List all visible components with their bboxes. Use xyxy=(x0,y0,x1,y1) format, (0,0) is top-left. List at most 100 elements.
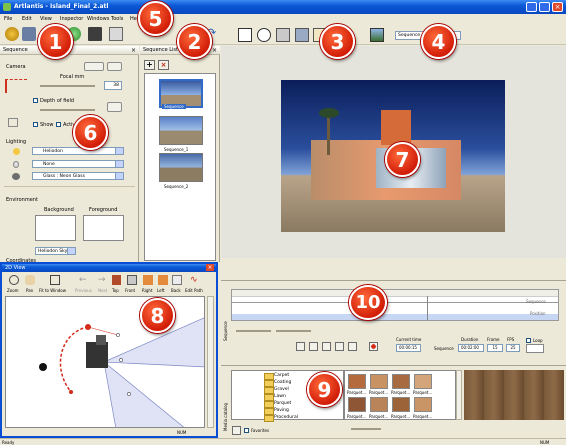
clock-icon[interactable] xyxy=(257,28,271,42)
maximize-icon[interactable] xyxy=(539,2,550,12)
tool-front[interactable]: Front xyxy=(125,288,135,293)
camera-color-button[interactable] xyxy=(84,62,104,71)
lighting-select-heliodon[interactable]: Heliodon xyxy=(32,147,124,155)
go-start-button[interactable] xyxy=(296,342,305,351)
camera-view-icon[interactable] xyxy=(88,27,102,41)
material-swatch-1[interactable] xyxy=(348,374,366,389)
menu-view[interactable]: View xyxy=(40,16,52,22)
tool-top[interactable]: Top xyxy=(112,288,119,293)
timeline-zoom-slider[interactable] xyxy=(236,330,271,332)
material-swatch-3[interactable] xyxy=(392,374,410,389)
material-swatch-5[interactable] xyxy=(348,397,366,412)
inspector-close-icon[interactable]: × xyxy=(131,47,136,54)
objects-icon[interactable] xyxy=(295,28,309,42)
menu-file[interactable]: File xyxy=(4,16,12,22)
background-swatch[interactable] xyxy=(35,215,76,241)
folder-paving[interactable]: Paving xyxy=(262,407,289,415)
record-button[interactable] xyxy=(369,342,378,351)
rewind-button[interactable] xyxy=(309,342,318,351)
fps-field[interactable]: 25 xyxy=(506,344,520,352)
pan-icon[interactable] xyxy=(25,275,35,285)
folder-lawn[interactable]: Lawn xyxy=(262,393,286,401)
material-swatch-8[interactable] xyxy=(414,397,432,412)
lighting-select-glass[interactable]: Glass : Neon Glass xyxy=(32,172,124,180)
tool-back[interactable]: Back xyxy=(171,288,181,293)
close-icon[interactable]: × xyxy=(552,2,563,12)
tool-previous[interactable]: Previous xyxy=(75,288,92,293)
tool-left[interactable]: Left xyxy=(157,288,165,293)
go-end-button[interactable] xyxy=(348,342,357,351)
environment-select[interactable]: Heliodon Sky xyxy=(35,247,76,255)
view2d-scrollbar[interactable] xyxy=(207,296,214,428)
tool-pan[interactable]: Pan xyxy=(26,288,33,293)
sequence-label-1[interactable]: Sequence_1 xyxy=(164,147,188,152)
dof-target-button[interactable] xyxy=(107,102,122,112)
folder-procedural[interactable]: Procedural xyxy=(262,414,298,422)
delete-sequence-button[interactable]: × xyxy=(158,60,169,70)
loop-checkbox[interactable] xyxy=(526,338,531,343)
lighting-select-none[interactable]: None xyxy=(32,160,124,168)
material-swatch-6[interactable] xyxy=(370,397,388,412)
tool-right[interactable]: Right xyxy=(142,288,153,293)
render-icon[interactable] xyxy=(5,27,19,41)
lights-icon[interactable] xyxy=(276,28,290,42)
folder-coating[interactable]: Coating xyxy=(262,379,291,387)
catalog-slider[interactable] xyxy=(351,428,381,430)
menu-tools[interactable]: Tools xyxy=(111,16,123,22)
active-checkbox[interactable] xyxy=(56,122,61,127)
focal-slider[interactable] xyxy=(40,85,95,87)
camera-icon[interactable] xyxy=(22,27,36,41)
right-view-icon[interactable] xyxy=(143,275,153,285)
tool-edit-path[interactable]: Edit Path xyxy=(185,288,203,293)
depth-of-field-checkbox[interactable] xyxy=(33,98,38,103)
favorites-toggle[interactable] xyxy=(232,426,241,435)
tool-next[interactable]: Next xyxy=(98,288,107,293)
view2d-close-icon[interactable]: × xyxy=(206,264,214,271)
folder-parquet[interactable]: Parquet xyxy=(262,400,291,408)
front-view-icon[interactable] xyxy=(127,275,137,285)
favorites-checkbox[interactable] xyxy=(244,428,249,433)
current-time-field[interactable]: 00:00:15 xyxy=(396,344,421,352)
play-button[interactable] xyxy=(322,342,331,351)
material-swatch-7[interactable] xyxy=(392,397,410,412)
fast-forward-button[interactable] xyxy=(335,342,344,351)
duration-field[interactable]: 00:02:00 xyxy=(458,344,484,352)
next-icon[interactable]: → xyxy=(98,275,112,289)
show-checkbox[interactable] xyxy=(33,122,38,127)
folder-gravel[interactable]: Gravel xyxy=(262,386,289,394)
camera-settings-button[interactable] xyxy=(107,62,122,71)
timeline-zoom-slider-2[interactable] xyxy=(276,330,311,332)
timeline-track-area[interactable]: Sequence Position xyxy=(231,289,559,321)
sequence-label-2[interactable]: Sequence_2 xyxy=(164,184,188,189)
fit-window-icon[interactable] xyxy=(50,275,60,285)
back-view-icon[interactable] xyxy=(172,275,182,285)
material-swatch-4[interactable] xyxy=(414,374,432,389)
timeline-playhead[interactable] xyxy=(427,296,428,320)
left-view-icon[interactable] xyxy=(158,275,168,285)
top-view-icon[interactable] xyxy=(112,275,121,285)
add-sequence-button[interactable]: + xyxy=(144,60,155,70)
image-icon[interactable] xyxy=(370,28,384,42)
foreground-swatch[interactable] xyxy=(83,215,124,241)
sequence-thumbnail-2[interactable] xyxy=(159,153,203,182)
frame-field[interactable]: 15 xyxy=(487,344,503,352)
zoom-icon[interactable] xyxy=(9,275,19,285)
tool-fit-to-window[interactable]: Fit to Window xyxy=(39,288,66,293)
calculator-icon[interactable] xyxy=(109,27,123,41)
window-view-icon[interactable] xyxy=(238,28,252,42)
dof-slider[interactable] xyxy=(40,109,95,111)
material-grid-scrollbar[interactable] xyxy=(456,370,462,420)
sequence-list-close-icon[interactable]: × xyxy=(212,47,217,54)
menu-inspector[interactable]: Inspector xyxy=(60,16,83,22)
tool-zoom[interactable]: Zoom xyxy=(7,288,19,293)
sequence-thumbnail-1[interactable] xyxy=(159,116,203,145)
previous-icon[interactable]: ← xyxy=(79,275,93,289)
edit-path-icon[interactable]: ∿ xyxy=(190,275,204,289)
menu-windows[interactable]: Windows xyxy=(87,16,109,22)
folder-carpet[interactable]: Carpet xyxy=(262,372,289,380)
menu-edit[interactable]: Edit xyxy=(22,16,32,22)
material-swatch-2[interactable] xyxy=(370,374,388,389)
sequence-label-0[interactable]: Sequence xyxy=(162,104,186,109)
focal-value[interactable]: 38 xyxy=(104,81,122,90)
view2d-canvas[interactable] xyxy=(5,296,205,428)
